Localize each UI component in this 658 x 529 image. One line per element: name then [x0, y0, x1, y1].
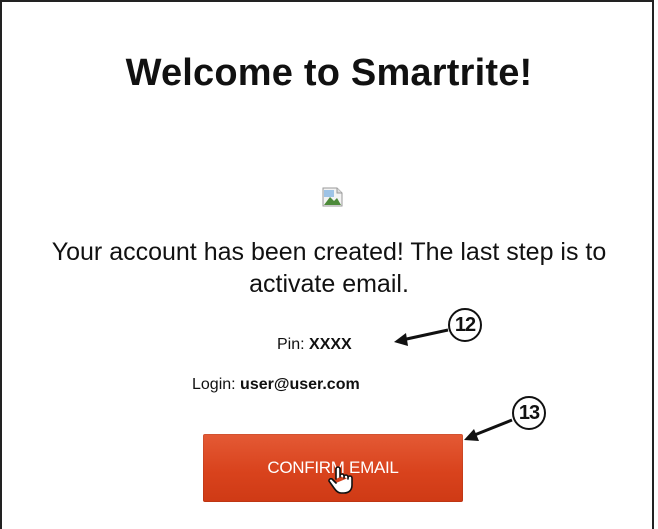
broken-image-icon: [322, 187, 343, 207]
account-created-message: Your account has been created! The last …: [51, 238, 607, 298]
pin-label: Pin:: [277, 336, 310, 353]
annotation-number-12: 12: [454, 313, 476, 336]
annotation-badge-13: 13: [512, 396, 546, 430]
annotation-number-13: 13: [518, 401, 540, 424]
callout-arrow-13: [464, 418, 513, 441]
login-value: user@user.com: [240, 376, 360, 393]
login-line: Login: user@user.com: [192, 376, 360, 394]
page-title: Welcome to Smartrite!: [125, 52, 533, 94]
hand-pointer-icon: [328, 466, 353, 494]
login-label: Login:: [192, 376, 241, 393]
pin-line: Pin: XXXX: [277, 336, 352, 354]
annotation-badge-12: 12: [448, 308, 482, 342]
callout-arrow-12: [394, 328, 449, 346]
pin-value: XXXX: [309, 336, 352, 353]
